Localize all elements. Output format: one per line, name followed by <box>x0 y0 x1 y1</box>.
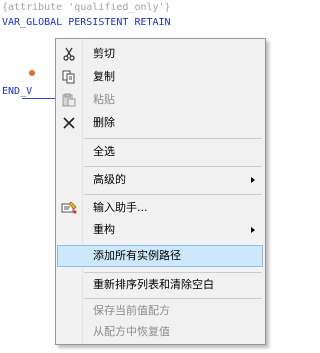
code-line-end-var[interactable]: END_V <box>2 86 32 98</box>
input-assistant-icon <box>61 200 77 216</box>
menu-separator <box>84 272 262 273</box>
menu-separator <box>84 166 262 167</box>
menu-item-label: 复制 <box>93 70 115 83</box>
menu-item-paste[interactable]: 粘贴 <box>57 89 263 111</box>
menu-item-label: 输入助手... <box>93 201 148 214</box>
menu-separator <box>84 194 262 195</box>
context-menu: 剪切 复制 粘贴 删除 全选 高级的 输入助手... 重构 添加所有实例路径 重… <box>55 38 266 345</box>
code-line-var-global[interactable]: VAR_GLOBAL PERSISTENT RETAIN <box>2 17 171 29</box>
menu-item-copy[interactable]: 复制 <box>57 66 263 88</box>
menu-item-refactor[interactable]: 重构 <box>57 219 263 241</box>
menu-item-delete[interactable]: 删除 <box>57 112 263 134</box>
menu-item-label: 从配方中恢复值 <box>93 325 170 338</box>
menu-item-label: 添加所有实例路径 <box>93 249 181 262</box>
copy-icon <box>61 69 77 85</box>
submenu-arrow-icon <box>251 227 255 233</box>
menu-item-label: 全选 <box>93 145 115 158</box>
menu-item-select-all[interactable]: 全选 <box>57 141 263 163</box>
delete-x-icon <box>61 115 77 131</box>
menu-item-cut[interactable]: 剪切 <box>57 43 263 65</box>
breakpoint-marker-icon <box>29 70 35 76</box>
menu-item-input-assistant[interactable]: 输入助手... <box>57 197 263 219</box>
paste-icon <box>61 92 77 108</box>
menu-item-save-recipe[interactable]: 保存当前值配方 <box>57 300 263 322</box>
menu-item-label: 粘贴 <box>93 93 115 106</box>
menu-item-reorder-and-clear-blanks[interactable]: 重新排序列表和清除空白 <box>57 274 263 296</box>
menu-item-label: 剪切 <box>93 47 115 60</box>
editor-window: {attribute 'qualified_only'} VAR_GLOBAL … <box>0 0 274 353</box>
menu-item-label: 保存当前值配方 <box>93 304 170 317</box>
menu-item-label: 重构 <box>93 223 115 236</box>
scissors-icon <box>61 46 77 62</box>
menu-item-advanced[interactable]: 高级的 <box>57 169 263 191</box>
menu-separator <box>84 298 262 299</box>
menu-separator <box>84 138 262 139</box>
menu-item-label: 删除 <box>93 116 115 129</box>
code-line-attribute[interactable]: {attribute 'qualified_only'} <box>2 2 171 14</box>
menu-item-label: 高级的 <box>93 173 126 186</box>
menu-item-restore-from-recipe[interactable]: 从配方中恢复值 <box>57 321 263 343</box>
menu-item-label: 重新排序列表和清除空白 <box>93 278 214 291</box>
menu-item-add-all-instance-paths[interactable]: 添加所有实例路径 <box>57 245 263 267</box>
submenu-arrow-icon <box>251 177 255 183</box>
